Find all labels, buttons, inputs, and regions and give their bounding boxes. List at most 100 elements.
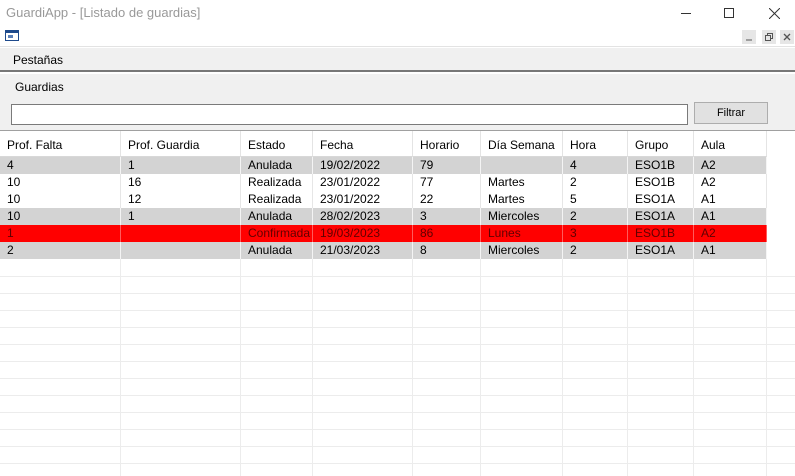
table-cell[interactable]: Miercoles (481, 242, 563, 259)
title-bar: GuardiApp - [Listado de guardias] (0, 0, 795, 26)
close-icon (768, 7, 780, 19)
table-cell[interactable]: 8 (413, 242, 481, 259)
column-header[interactable]: Día Semana (481, 131, 563, 157)
table-cell[interactable]: 86 (413, 225, 481, 242)
table-cell[interactable]: 5 (563, 191, 628, 208)
menu-bar: Pestañas (0, 48, 795, 72)
table-row[interactable]: 2 Anulada 21/03/2023 8 Miercoles 2 ESO1A A1 (0, 242, 767, 259)
column-header[interactable]: Prof. Guardia (121, 131, 241, 157)
close-button[interactable] (751, 0, 795, 26)
table-cell[interactable]: 1 (121, 157, 241, 174)
table-cell[interactable]: ESO1A (628, 208, 694, 225)
table-cell[interactable]: A1 (694, 191, 767, 208)
window-title: GuardiApp - [Listado de guardias] (6, 5, 201, 20)
table-cell[interactable]: A2 (694, 225, 767, 242)
table-cell[interactable]: 12 (121, 191, 241, 208)
table-cell[interactable]: 23/01/2022 (313, 174, 413, 191)
filter-button[interactable]: Filtrar (694, 102, 768, 124)
grid-column-line (562, 259, 563, 476)
table-cell[interactable] (481, 157, 563, 174)
table-cell[interactable]: 10 (0, 208, 121, 225)
table-cell[interactable]: 2 (563, 174, 628, 191)
mdi-restore-button[interactable] (762, 30, 776, 44)
table-cell[interactable]: 28/02/2023 (313, 208, 413, 225)
grid-column-line (480, 259, 481, 476)
table-cell[interactable]: 79 (413, 157, 481, 174)
menu-item-pestanas[interactable]: Pestañas (13, 53, 63, 67)
table-row[interactable]: 10 1 Anulada 28/02/2023 3 Miercoles 2 ESO1A A1 (0, 208, 767, 225)
form-icon[interactable] (5, 30, 19, 41)
table-cell[interactable]: Confirmada (241, 225, 313, 242)
table-cell[interactable]: Anulada (241, 242, 313, 259)
filter-bar: Filtrar (0, 96, 795, 130)
filter-input[interactable] (11, 104, 688, 125)
table-cell[interactable]: A1 (694, 242, 767, 259)
table-cell[interactable]: 10 (0, 174, 121, 191)
table-cell[interactable]: Anulada (241, 157, 313, 174)
table-cell[interactable]: ESO1B (628, 225, 694, 242)
table-cell[interactable]: ESO1B (628, 157, 694, 174)
table-cell[interactable]: ESO1A (628, 242, 694, 259)
table-row[interactable]: 10 12 Realizada 23/01/2022 22 Martes 5 ESO1A A1 (0, 191, 767, 208)
guardias-grid[interactable]: Prof. Falta Prof. Guardia Estado Fecha Horar… (0, 130, 795, 476)
mdi-control-bar (0, 26, 795, 47)
table-cell[interactable]: 3 (413, 208, 481, 225)
table-cell[interactable]: A2 (694, 157, 767, 174)
grid-column-line (240, 259, 241, 476)
table-cell[interactable]: Miercoles (481, 208, 563, 225)
table-cell[interactable]: A1 (694, 208, 767, 225)
minimize-button[interactable] (663, 0, 709, 26)
table-cell[interactable]: 22 (413, 191, 481, 208)
table-row[interactable]: 1 Confirmada 19/03/2023 86 Lunes 3 ESO1B A2 (0, 225, 767, 242)
grid-column-line (766, 259, 767, 476)
column-header[interactable]: Estado (241, 131, 313, 157)
table-cell[interactable]: 23/01/2022 (313, 191, 413, 208)
mdi-close-icon (783, 33, 791, 41)
table-cell[interactable]: 4 (0, 157, 121, 174)
column-header[interactable]: Grupo (628, 131, 694, 157)
table-cell[interactable]: Lunes (481, 225, 563, 242)
table-cell[interactable]: 19/02/2022 (313, 157, 413, 174)
table-row[interactable]: 10 16 Realizada 23/01/2022 77 Martes 2 ESO1B A2 (0, 174, 767, 191)
table-cell[interactable]: 21/03/2023 (313, 242, 413, 259)
table-cell[interactable]: 3 (563, 225, 628, 242)
table-cell[interactable]: ESO1B (628, 174, 694, 191)
grid-column-line (312, 259, 313, 476)
table-cell[interactable] (121, 225, 241, 242)
column-header[interactable]: Fecha (313, 131, 413, 157)
table-cell[interactable]: 1 (121, 208, 241, 225)
table-cell[interactable]: Anulada (241, 208, 313, 225)
table-cell[interactable] (121, 242, 241, 259)
table-cell[interactable]: 2 (563, 208, 628, 225)
table-cell[interactable]: ESO1A (628, 191, 694, 208)
table-cell[interactable]: 2 (563, 242, 628, 259)
column-header[interactable]: Hora (563, 131, 628, 157)
table-cell[interactable]: Martes (481, 191, 563, 208)
table-cell[interactable]: 16 (121, 174, 241, 191)
minimize-icon (681, 13, 691, 14)
grid-column-line (120, 259, 121, 476)
table-cell[interactable]: 4 (563, 157, 628, 174)
column-header[interactable]: Horario (413, 131, 481, 157)
mdi-minimize-icon (746, 39, 752, 41)
grid-header: Prof. Falta Prof. Guardia Estado Fecha Horar… (0, 131, 767, 157)
table-cell[interactable]: 19/03/2023 (313, 225, 413, 242)
table-cell[interactable]: Realizada (241, 191, 313, 208)
table-cell[interactable]: 1 (0, 225, 121, 242)
grid-column-line (627, 259, 628, 476)
column-header[interactable]: Prof. Falta (0, 131, 121, 157)
mdi-minimize-button[interactable] (742, 30, 756, 44)
tab-guardias[interactable]: Guardias (15, 80, 64, 94)
table-cell[interactable]: Realizada (241, 174, 313, 191)
table-cell[interactable]: 2 (0, 242, 121, 259)
mdi-close-button[interactable] (780, 30, 794, 44)
column-header[interactable]: Aula (694, 131, 767, 157)
grid-column-line (412, 259, 413, 476)
table-cell[interactable]: 10 (0, 191, 121, 208)
table-cell[interactable]: A2 (694, 174, 767, 191)
table-cell[interactable]: 77 (413, 174, 481, 191)
table-row[interactable]: 4 1 Anulada 19/02/2022 79 4 ESO1B A2 (0, 157, 767, 174)
maximize-button[interactable] (706, 0, 752, 26)
maximize-icon (724, 8, 734, 18)
table-cell[interactable]: Martes (481, 174, 563, 191)
